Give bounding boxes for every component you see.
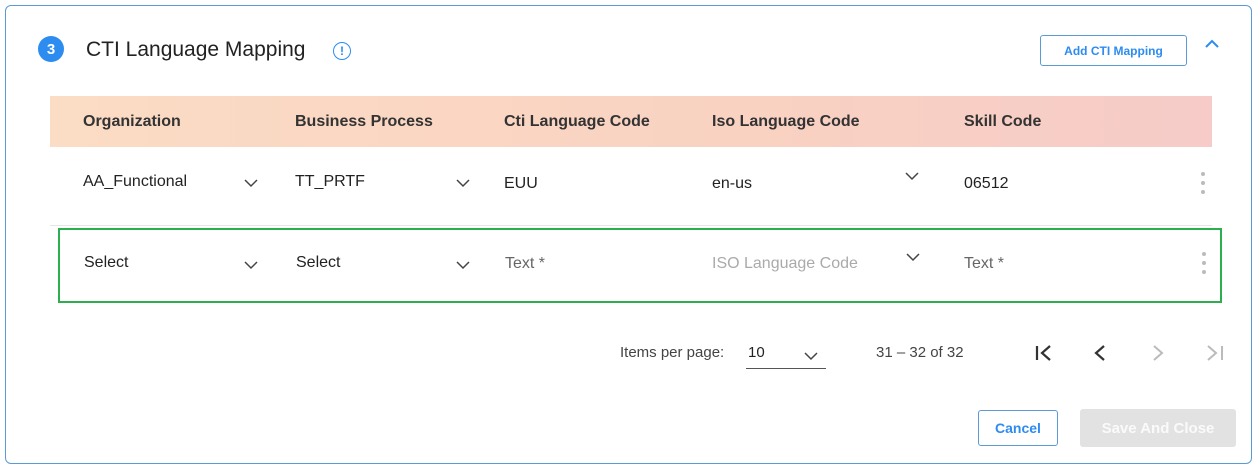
more-options-icon[interactable]	[1202, 252, 1206, 279]
organization-value: AA_Functional	[83, 173, 188, 190]
header-business-process: Business Process	[295, 112, 433, 130]
save-and-close-button[interactable]: Save And Close	[1080, 409, 1236, 447]
skill-code-input[interactable]: Text *	[964, 255, 1004, 273]
chevron-down-icon[interactable]	[905, 170, 919, 184]
more-options-icon[interactable]	[1201, 172, 1205, 199]
chevron-down-icon[interactable]	[906, 251, 920, 265]
chevron-down-icon[interactable]	[456, 177, 470, 191]
add-cti-mapping-button[interactable]: Add CTI Mapping	[1040, 35, 1187, 66]
cti-language-code-field[interactable]: EUU	[504, 175, 538, 193]
cti-language-code-input[interactable]: Text *	[505, 255, 545, 273]
chevron-down-icon[interactable]	[456, 259, 470, 273]
organization-select[interactable]: AA_Functional	[83, 173, 187, 191]
section-title: CTI Language Mapping	[86, 38, 306, 61]
skill-code-field[interactable]: 06512	[964, 175, 1009, 193]
organization-placeholder: Select	[84, 254, 129, 271]
chevron-down-icon[interactable]	[244, 177, 258, 191]
header-skill-code: Skill Code	[964, 112, 1042, 130]
new-mapping-row: Select Select Text * ISO Language Code T…	[58, 228, 1222, 303]
iso-language-code-select[interactable]: ISO Language Code	[712, 255, 858, 273]
first-page-icon[interactable]	[1034, 342, 1056, 368]
last-page-icon[interactable]	[1204, 342, 1226, 368]
info-icon[interactable]: !	[333, 42, 351, 60]
previous-page-icon[interactable]	[1093, 342, 1107, 368]
table-header: Organization Business Process Cti Langua…	[50, 96, 1212, 147]
chevron-up-icon[interactable]	[1205, 36, 1219, 54]
next-page-icon[interactable]	[1151, 342, 1165, 368]
business-process-value: TT_PRTF	[295, 173, 365, 190]
header-organization: Organization	[83, 112, 181, 130]
business-process-select[interactable]: TT_PRTF	[295, 173, 365, 191]
organization-select[interactable]: Select	[84, 254, 128, 272]
iso-language-code-select[interactable]: en-us	[712, 175, 752, 193]
chevron-down-icon	[804, 348, 818, 366]
cancel-button[interactable]: Cancel	[978, 410, 1058, 446]
page-range-label: 31 – 32 of 32	[876, 344, 964, 361]
items-per-page-select[interactable]: 10	[746, 338, 826, 369]
chevron-down-icon[interactable]	[244, 259, 258, 273]
header-iso-language-code: Iso Language Code	[712, 112, 860, 130]
header-cti-language-code: Cti Language Code	[504, 112, 650, 130]
table-row: AA_Functional TT_PRTF EUU en-us 06512	[50, 147, 1212, 226]
items-per-page-value: 10	[748, 344, 765, 361]
business-process-select[interactable]: Select	[296, 254, 340, 272]
business-process-placeholder: Select	[296, 254, 341, 271]
items-per-page-label: Items per page:	[620, 344, 725, 361]
step-number-badge: 3	[38, 36, 64, 62]
